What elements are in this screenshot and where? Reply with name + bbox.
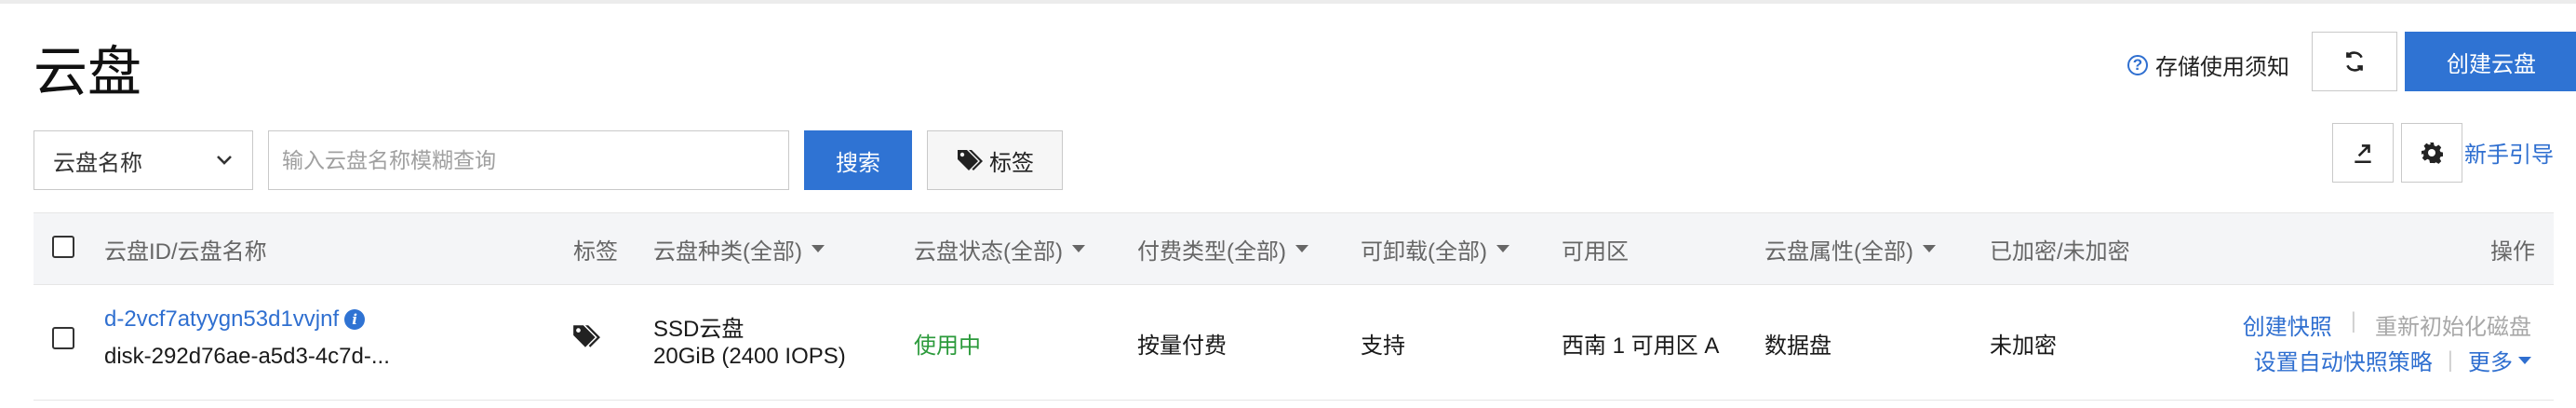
disk-zone: 西南 1 可用区 A: [1562, 333, 1720, 359]
disk-capacity: 20GiB (2400 IOPS): [653, 344, 846, 369]
storage-notice-link[interactable]: ? 存储使用须知: [2127, 48, 2289, 81]
col-attribute-label: 云盘属性(全部): [1764, 238, 1913, 265]
disk-type: SSD云盘: [653, 317, 745, 342]
tag-icon[interactable]: [571, 323, 601, 349]
beginner-guide-link[interactable]: 新手引导: [2464, 136, 2554, 169]
col-encrypted: 已加密/未加密: [1990, 213, 2130, 284]
top-border: [0, 0, 2576, 4]
col-actions: 操作: [2490, 213, 2535, 284]
disk-attribute: 数据盘: [1764, 333, 1831, 359]
row-actions-line1: 创建快照 | 重新初始化磁盘: [2243, 308, 2531, 341]
question-icon: ?: [2127, 54, 2148, 75]
info-icon[interactable]: i: [344, 309, 366, 330]
storage-notice-label: 存储使用须知: [2155, 55, 2289, 80]
col-tag-label: 标签: [573, 238, 618, 265]
caret-down-icon: [1071, 245, 1085, 252]
auto-snapshot-policy-link[interactable]: 设置自动快照策略: [2254, 344, 2433, 376]
col-type-label: 云盘种类(全部): [653, 238, 802, 265]
chevron-down-icon: [217, 156, 232, 165]
disk-detachable: 支持: [1361, 333, 1405, 359]
search-field-select[interactable]: 云盘名称: [34, 130, 253, 190]
tag-filter-button[interactable]: 标签: [927, 130, 1063, 190]
col-zone: 可用区: [1562, 213, 1629, 284]
page-title: 云盘: [34, 42, 142, 102]
col-status-label: 云盘状态(全部): [914, 238, 1063, 265]
table-row: d-2vcf7atyygn53d1vvjnf i disk-292d76ae-a5…: [34, 284, 2554, 401]
col-type-filter[interactable]: 云盘种类(全部): [653, 213, 825, 284]
settings-button[interactable]: [2401, 123, 2462, 183]
more-actions-dropdown[interactable]: 更多: [2468, 344, 2531, 376]
row-checkbox[interactable]: [52, 327, 74, 349]
disk-id-link[interactable]: d-2vcf7atyygn53d1vvjnf: [104, 306, 339, 332]
row-actions-line2: 设置自动快照策略 | 更多: [2254, 344, 2531, 376]
col-detachable-label: 可卸载(全部): [1361, 238, 1487, 265]
tag-filter-label: 标签: [989, 150, 1034, 176]
disk-encrypted: 未加密: [1990, 333, 2057, 359]
search-button[interactable]: 搜索: [804, 130, 912, 190]
col-detachable-filter[interactable]: 可卸载(全部): [1361, 213, 1509, 284]
col-id-name: 云盘ID/云盘名称: [104, 213, 267, 284]
tag-icon: [958, 150, 983, 170]
disk-billing: 按量付费: [1137, 333, 1227, 359]
caret-down-icon: [1295, 245, 1308, 252]
disk-id-cell: d-2vcf7atyygn53d1vvjnf i: [104, 306, 366, 333]
search-input[interactable]: [268, 130, 789, 190]
col-billing-label: 付费类型(全部): [1137, 238, 1286, 265]
caret-down-icon: [1922, 245, 1936, 252]
caret-down-icon: [1496, 245, 1509, 252]
more-actions-label: 更多: [2468, 350, 2513, 375]
disk-status: 使用中: [914, 333, 981, 359]
search-field-select-value: 云盘名称: [53, 150, 142, 176]
create-snapshot-link[interactable]: 创建快照: [2243, 308, 2332, 341]
caret-down-icon: [2518, 356, 2531, 364]
col-zone-label: 可用区: [1562, 238, 1629, 265]
select-all-checkbox[interactable]: [52, 236, 74, 258]
col-actions-label: 操作: [2490, 238, 2535, 265]
reinit-disk-link[interactable]: 重新初始化磁盘: [2375, 308, 2531, 341]
table-header: 云盘ID/云盘名称 标签 云盘种类(全部) 云盘状态(全部) 付费类型(全部) …: [34, 212, 2554, 285]
col-id-name-label: 云盘ID/云盘名称: [104, 238, 267, 265]
col-tag: 标签: [573, 213, 618, 284]
refresh-icon: [2346, 51, 2363, 72]
col-billing-filter[interactable]: 付费类型(全部): [1137, 213, 1308, 284]
gear-icon: [2422, 143, 2443, 164]
col-status-filter[interactable]: 云盘状态(全部): [914, 213, 1085, 284]
disk-name: disk-292d76ae-a5d3-4c7d-...: [104, 344, 390, 369]
action-divider: |: [2447, 347, 2453, 373]
create-disk-button[interactable]: 创建云盘: [2405, 32, 2576, 91]
action-divider: |: [2350, 308, 2356, 333]
caret-down-icon: [811, 245, 825, 252]
export-button[interactable]: [2332, 123, 2394, 183]
export-icon: [2355, 144, 2371, 164]
col-encrypted-label: 已加密/未加密: [1990, 238, 2130, 265]
refresh-button[interactable]: [2312, 32, 2397, 91]
col-attribute-filter[interactable]: 云盘属性(全部): [1764, 213, 1936, 284]
